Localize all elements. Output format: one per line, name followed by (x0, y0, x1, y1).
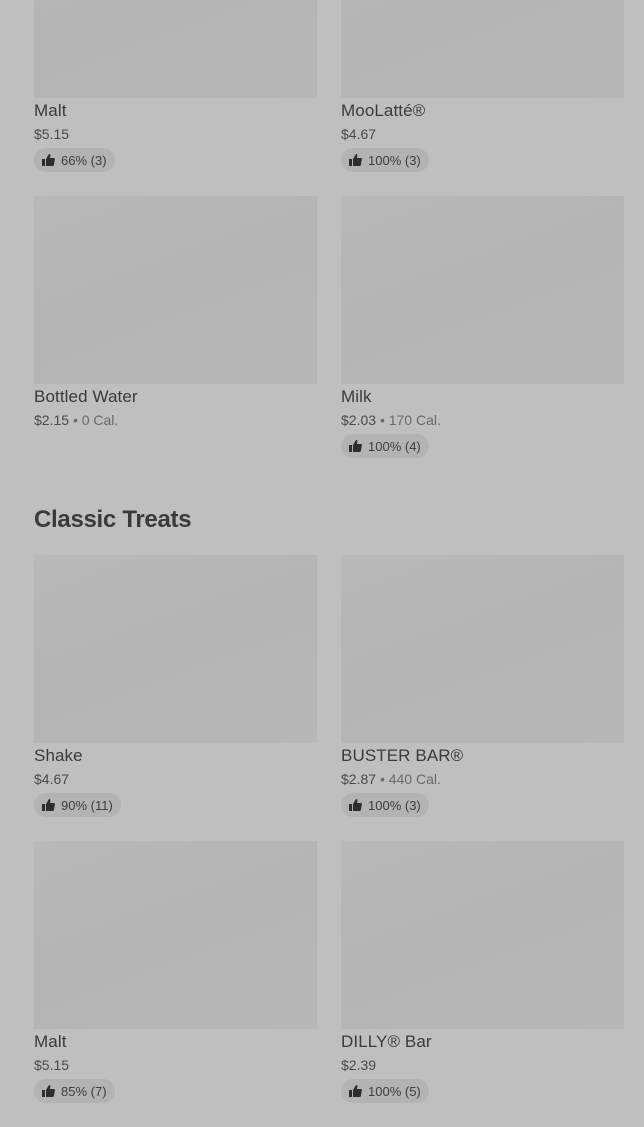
item-price: $4.67 (34, 771, 70, 787)
item-meta: $2.39 (341, 1055, 624, 1075)
menu-grid-classic-treats: Shake $4.67 90% (11) BUSTER BAR® $2.87 •… (34, 555, 624, 1127)
item-meta: $5.15 (34, 124, 317, 144)
item-meta: $4.67 (341, 124, 624, 144)
item-price: $2.87 (341, 771, 377, 787)
item-name: Milk (341, 387, 372, 406)
item-calories: 170 Cal. (388, 412, 441, 428)
rating-badge: 85% (7) (34, 1079, 115, 1103)
item-name: Bottled Water (34, 387, 138, 406)
item-image (341, 841, 624, 1029)
menu-item-card[interactable]: Shake $4.67 90% (11) (34, 555, 317, 841)
section-title: Classic Treats (34, 506, 192, 533)
menu-item-card[interactable]: Malt $5.15 66% (3) (34, 0, 317, 196)
thumbs-up-icon (349, 440, 362, 452)
item-image (34, 841, 317, 1029)
item-name: Shake (34, 746, 83, 765)
item-calories: 0 Cal. (81, 412, 119, 428)
rating-text: 66% (3) (61, 152, 107, 168)
menu-grid-top: Malt $5.15 66% (3) MooLatté® $4.67 100% … (34, 0, 624, 482)
item-image (341, 555, 624, 743)
item-price: $5.15 (34, 126, 70, 142)
meta-separator: • (379, 771, 385, 787)
rating-badge: 100% (3) (341, 793, 429, 817)
rating-text: 100% (3) (368, 152, 421, 168)
item-name: Malt (34, 101, 67, 120)
item-meta: $2.87 • 440 Cal. (341, 769, 624, 789)
item-image (34, 196, 317, 384)
rating-badge: 100% (4) (341, 434, 429, 458)
menu-item-card[interactable]: BUSTER BAR® $2.87 • 440 Cal. 100% (3) (341, 555, 624, 841)
item-image (341, 196, 624, 384)
item-name: DILLY® Bar (341, 1032, 432, 1051)
thumbs-up-icon (349, 154, 362, 166)
item-price: $2.39 (341, 1057, 377, 1073)
item-price: $2.15 (34, 412, 70, 428)
meta-separator: • (379, 412, 385, 428)
menu-item-card[interactable]: Bottled Water $2.15 • 0 Cal. (34, 196, 317, 482)
meta-separator: • (72, 412, 78, 428)
rating-badge: 66% (3) (34, 148, 115, 172)
rating-badge: 100% (5) (341, 1079, 429, 1103)
item-price: $2.03 (341, 412, 377, 428)
item-name: MooLatté® (341, 101, 426, 120)
item-meta: $4.67 (34, 769, 317, 789)
menu-item-card[interactable]: DILLY® Bar $2.39 100% (5) (341, 841, 624, 1127)
rating-badge: 100% (3) (341, 148, 429, 172)
rating-badge: 90% (11) (34, 793, 121, 817)
item-meta: $2.03 • 170 Cal. (341, 410, 624, 430)
item-price: $4.67 (341, 126, 377, 142)
item-calories: 440 Cal. (388, 771, 441, 787)
menu-item-card[interactable]: MooLatté® $4.67 100% (3) (341, 0, 624, 196)
thumbs-up-icon (42, 1085, 55, 1097)
item-image (341, 0, 624, 98)
rating-text: 100% (3) (368, 797, 421, 813)
item-name: BUSTER BAR® (341, 746, 464, 765)
thumbs-up-icon (42, 799, 55, 811)
rating-text: 100% (5) (368, 1083, 421, 1099)
item-meta: $5.15 (34, 1055, 317, 1075)
menu-item-card[interactable]: Milk $2.03 • 170 Cal. 100% (4) (341, 196, 624, 482)
thumbs-up-icon (42, 154, 55, 166)
item-meta: $2.15 • 0 Cal. (34, 410, 317, 430)
item-price: $5.15 (34, 1057, 70, 1073)
item-image (34, 0, 317, 98)
rating-text: 90% (11) (61, 797, 113, 813)
rating-text: 100% (4) (368, 438, 421, 454)
thumbs-up-icon (349, 1085, 362, 1097)
thumbs-up-icon (349, 799, 362, 811)
item-name: Malt (34, 1032, 67, 1051)
menu-item-card[interactable]: Malt $5.15 85% (7) (34, 841, 317, 1127)
item-image (34, 555, 317, 743)
rating-text: 85% (7) (61, 1083, 107, 1099)
